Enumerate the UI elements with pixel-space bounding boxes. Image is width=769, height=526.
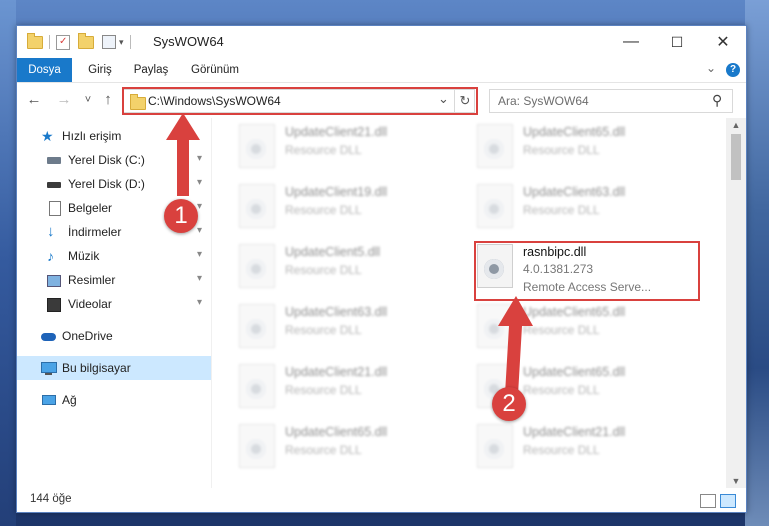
arrow-2 [498,296,533,395]
arrow-2-shape [498,296,533,395]
annotation-arrows [166,113,533,395]
arrow-1-shape [166,113,200,196]
step-badge-2: 2 [492,387,526,421]
arrow-1 [166,113,200,196]
step-badge-1: 1 [164,199,198,233]
